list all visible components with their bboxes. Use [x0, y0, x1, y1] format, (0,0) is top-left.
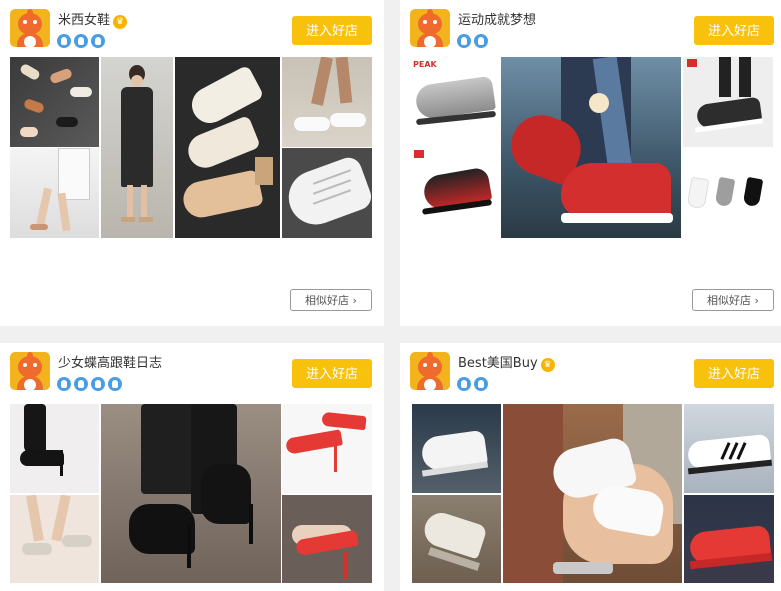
product-photo[interactable] [684, 495, 774, 583]
badge-icon [474, 377, 488, 391]
product-photo[interactable] [10, 495, 99, 583]
badge-icon [474, 34, 488, 48]
product-photo[interactable] [501, 57, 681, 238]
product-photo[interactable] [412, 404, 501, 493]
badge-icon [57, 377, 71, 391]
crown-icon: ♛ [540, 358, 555, 372]
product-photo[interactable] [282, 404, 372, 493]
badge-icon [91, 377, 105, 391]
badge-icon [74, 34, 88, 48]
shop-badges [457, 376, 491, 391]
shop-badges [57, 376, 125, 391]
brand-logo: PEAK [413, 60, 437, 69]
badge-icon [57, 34, 71, 48]
enter-shop-button[interactable]: 进入好店 [292, 359, 372, 388]
badge-icon [74, 377, 88, 391]
shop-name[interactable]: 运动成就梦想 [458, 13, 536, 28]
badge-icon [91, 34, 105, 48]
product-photo[interactable] [10, 57, 99, 147]
shop-card: Best美国Buy ♛ 进入好店 [400, 343, 781, 591]
shop-avatar[interactable] [410, 9, 450, 47]
shop-name[interactable]: 米西女鞋 [58, 13, 110, 28]
shop-card: 少女蝶高跟鞋日志 进入好店 [0, 343, 384, 591]
shop-badges [57, 33, 108, 48]
product-photo[interactable] [282, 57, 372, 147]
product-photo[interactable] [282, 495, 372, 583]
product-photo[interactable] [101, 404, 281, 583]
badge-icon [457, 34, 471, 48]
shop-avatar[interactable] [10, 352, 50, 390]
shop-avatar[interactable] [10, 9, 50, 47]
crown-icon: ♛ [113, 15, 128, 29]
product-photo[interactable] [10, 404, 99, 493]
shop-avatar[interactable] [410, 352, 450, 390]
shop-name[interactable]: 少女蝶高跟鞋日志 [58, 356, 162, 371]
enter-shop-button[interactable]: 进入好店 [694, 16, 774, 45]
product-photo[interactable] [10, 148, 99, 238]
product-photo[interactable]: PEAK [410, 57, 499, 147]
badge-icon [457, 377, 471, 391]
badge-icon [108, 377, 122, 391]
product-photo[interactable] [410, 148, 499, 238]
product-photo[interactable] [503, 404, 682, 583]
product-photo[interactable] [412, 495, 501, 583]
product-photo[interactable] [282, 148, 372, 238]
shop-name[interactable]: Best美国Buy [458, 356, 538, 371]
product-photo[interactable] [683, 57, 773, 147]
shop-card: 米西女鞋 ♛ 进入好店 相似好店 › [0, 0, 384, 326]
shop-card: 运动成就梦想 进入好店 PEAK 相似好店 › [400, 0, 781, 326]
shop-badges [457, 33, 491, 48]
enter-shop-button[interactable]: 进入好店 [694, 359, 774, 388]
similar-shops-button[interactable]: 相似好店 › [290, 289, 372, 311]
enter-shop-button[interactable]: 进入好店 [292, 16, 372, 45]
product-photo[interactable] [175, 57, 280, 238]
product-photo[interactable] [101, 57, 173, 238]
product-photo[interactable] [683, 148, 773, 238]
product-photo[interactable] [684, 404, 774, 493]
similar-shops-button[interactable]: 相似好店 › [692, 289, 774, 311]
